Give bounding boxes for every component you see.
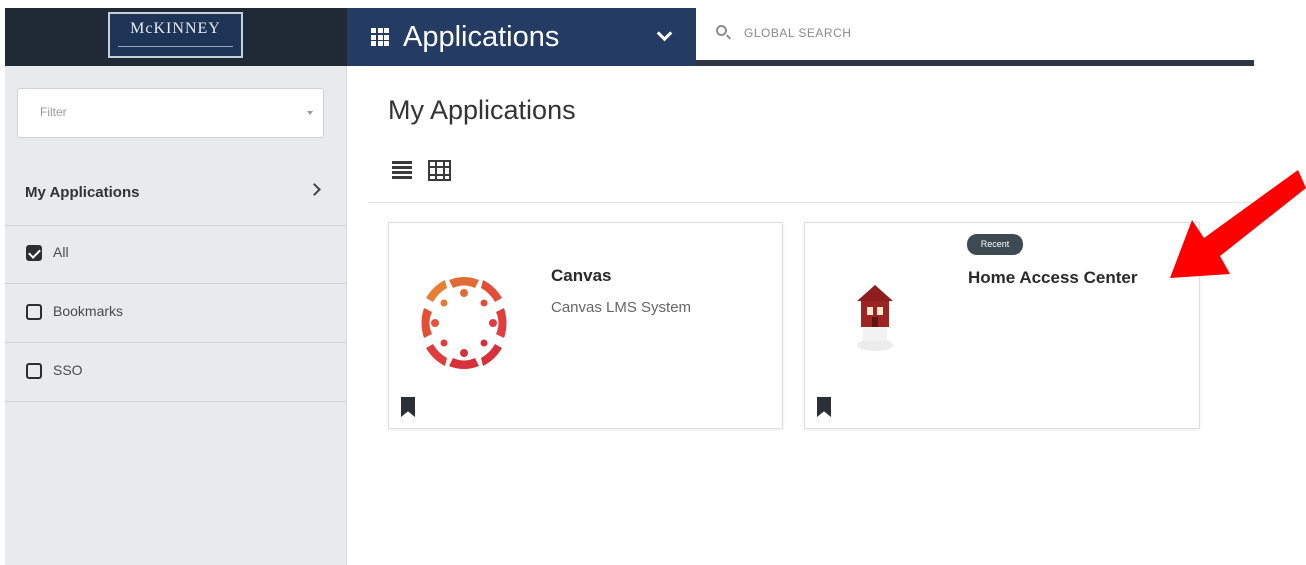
bookmark-icon[interactable]	[817, 397, 831, 417]
app-card-home-access-center[interactable]: Recent Home Access Center	[804, 222, 1200, 429]
filter-option-label: Bookmarks	[53, 303, 124, 319]
app-card-description: Canvas LMS System	[551, 299, 692, 316]
search-icon	[716, 25, 727, 36]
header-logo-area: McKINNEY	[5, 8, 347, 66]
applications-dropdown[interactable]: Applications	[347, 8, 696, 66]
app-card-name: Home Access Center	[968, 268, 1138, 287]
canvas-logo	[421, 277, 507, 369]
home-access-center-logo	[857, 285, 893, 351]
app-card-name: Canvas	[551, 266, 612, 285]
caret-down-icon	[307, 111, 313, 115]
sidebar: Filter My Applications All Bookmarks SSO	[5, 66, 347, 565]
filter-option-label: All	[53, 244, 69, 260]
filter-option-sso[interactable]: SSO	[5, 344, 347, 402]
grid-icon	[371, 28, 389, 46]
checkbox-sso[interactable]	[26, 363, 42, 379]
logo-text: McKINNEY	[130, 20, 221, 37]
global-search-input[interactable]	[744, 22, 1224, 44]
bookmark-icon[interactable]	[401, 397, 415, 417]
sidebar-section-title: My Applications	[25, 184, 140, 201]
filter-select[interactable]: Filter	[17, 88, 324, 138]
chevron-down-icon	[656, 25, 673, 42]
global-search	[696, 8, 1254, 66]
mckinney-logo[interactable]: McKINNEY	[108, 12, 243, 58]
logo-underline	[118, 46, 233, 50]
checkbox-bookmarks[interactable]	[26, 304, 42, 320]
divider	[368, 202, 1254, 203]
applications-label: Applications	[403, 20, 560, 53]
list-view-icon[interactable]	[392, 160, 412, 180]
app-card-canvas[interactable]: Canvas Canvas LMS System	[388, 222, 783, 429]
red-arrow	[1170, 170, 1306, 278]
filter-option-all[interactable]: All	[5, 226, 347, 284]
grid-view-icon[interactable]	[428, 160, 451, 181]
filter-placeholder: Filter	[40, 105, 67, 119]
filter-option-bookmarks[interactable]: Bookmarks	[5, 285, 347, 343]
checkbox-all[interactable]	[26, 245, 42, 261]
page-title: My Applications	[388, 95, 576, 125]
recent-badge: Recent	[967, 234, 1023, 255]
filter-option-label: SSO	[53, 362, 83, 378]
sidebar-section-my-applications[interactable]: My Applications	[5, 164, 347, 226]
chevron-right-icon	[308, 183, 321, 196]
